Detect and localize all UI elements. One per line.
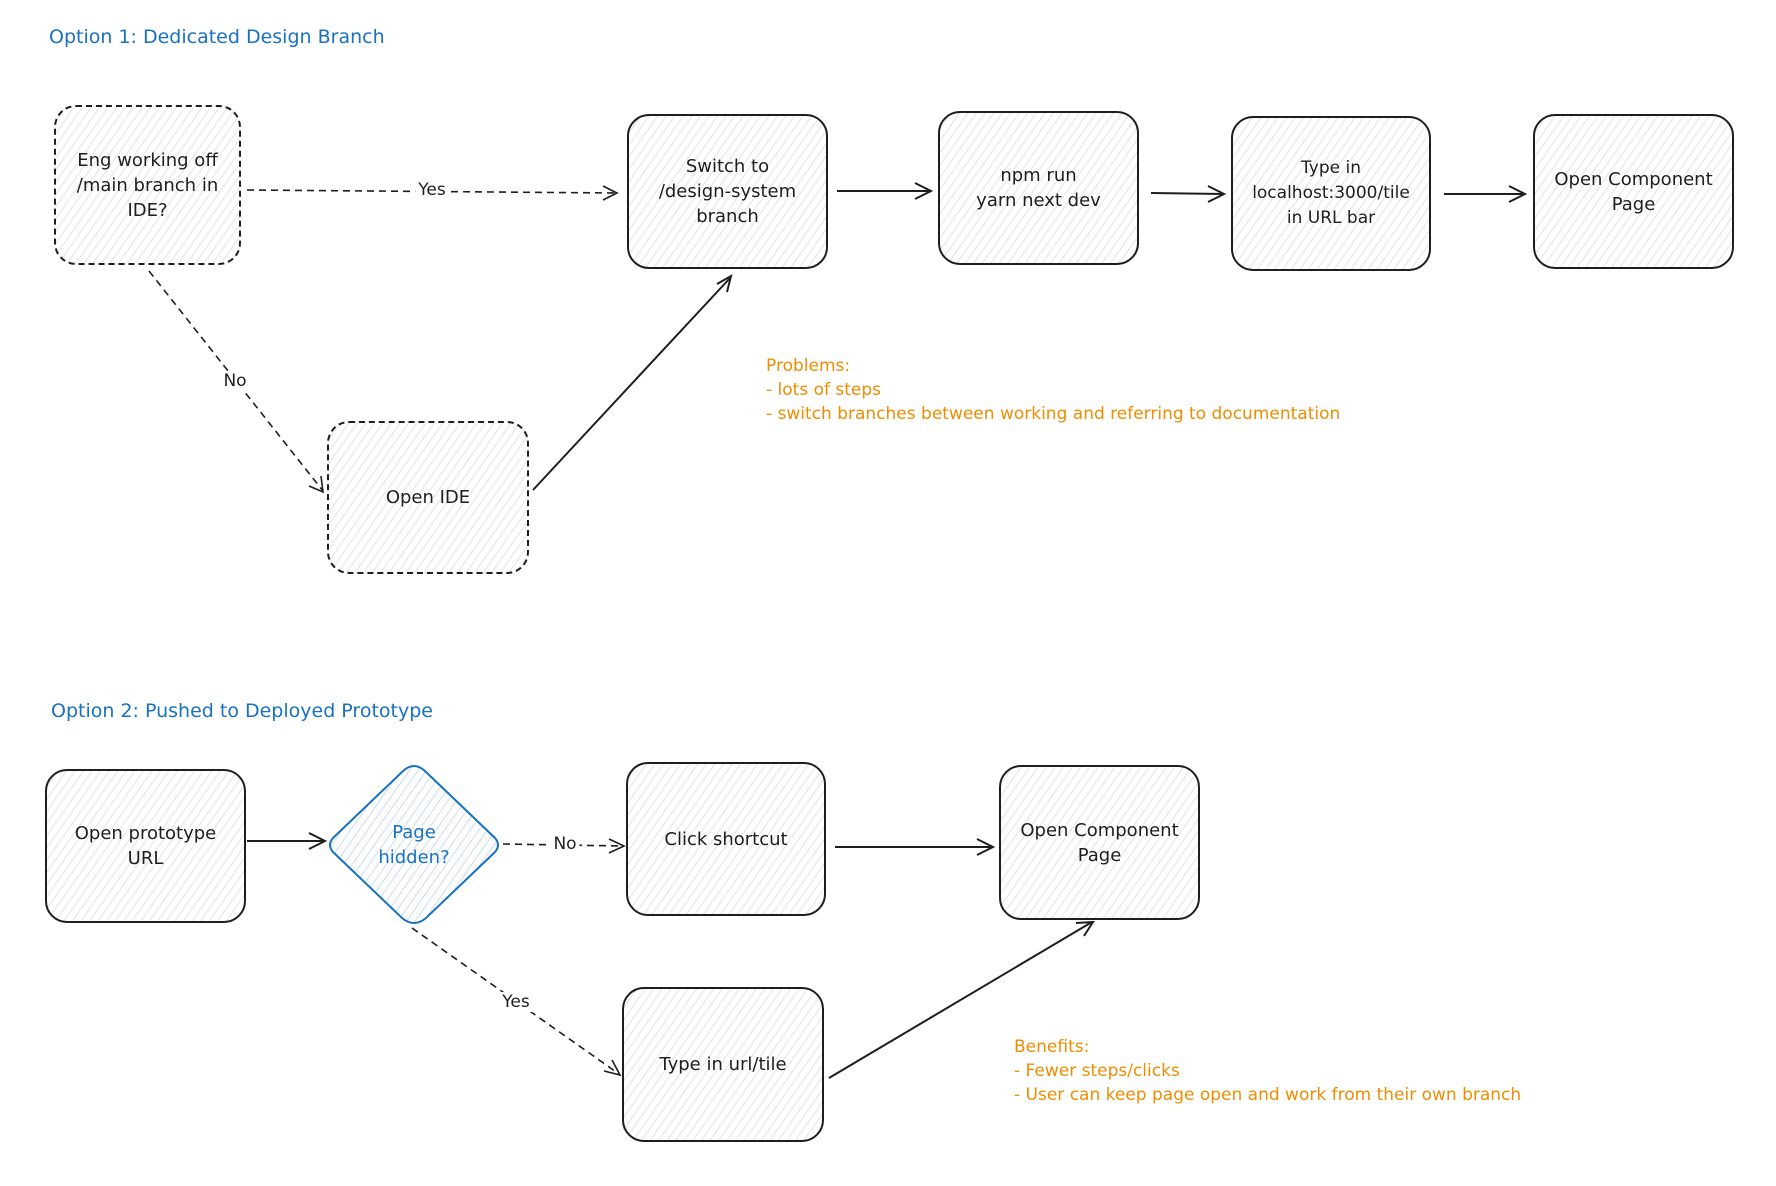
edge-openide-to-switch xyxy=(532,273,733,491)
node-type-localhost[interactable]: Type in localhost:3000/tile in URL bar xyxy=(1231,116,1431,271)
diagram-canvas xyxy=(148,182,1528,1079)
node-eng-working-question[interactable]: Eng working off /main branch in IDE? xyxy=(54,105,241,265)
edge-label-no: No xyxy=(550,834,580,854)
node-label: Open IDE xyxy=(385,487,471,508)
node-open-component-page-2[interactable]: Open Component Page xyxy=(999,765,1200,920)
edge-shortcut-to-component xyxy=(835,838,996,856)
edge-label-no: No xyxy=(220,371,250,391)
decision-label-page-hidden: Page hidden? xyxy=(378,822,450,868)
benefits-heading: Benefits: xyxy=(1014,1037,1090,1057)
benefits-item: - User can keep page open and work from … xyxy=(1014,1085,1522,1105)
edge-localhost-to-component xyxy=(1444,185,1528,203)
node-label: Open Component Page xyxy=(1020,819,1179,866)
edge-switch-to-npm xyxy=(837,182,934,200)
benefits-note: Benefits: - Fewer steps/clicks - User ca… xyxy=(1014,1035,1521,1107)
node-label: Eng working off /main branch in IDE? xyxy=(76,149,219,221)
node-type-url-tile[interactable]: Type in url/tile xyxy=(622,987,824,1142)
node-npm-run[interactable]: npm run yarn next dev xyxy=(938,111,1139,265)
edge-label-yes: Yes xyxy=(499,992,533,1012)
problems-item: - lots of steps xyxy=(766,380,882,400)
benefits-item: - Fewer steps/clicks xyxy=(1014,1061,1180,1081)
node-label: Type in url/tile xyxy=(659,1054,787,1075)
node-label: Switch to /design-system branch xyxy=(658,156,797,227)
node-open-prototype-url[interactable]: Open prototype URL xyxy=(45,769,246,923)
node-open-component-page-1[interactable]: Open Component Page xyxy=(1533,114,1734,269)
node-label: Open prototype URL xyxy=(74,823,217,869)
edge-prototype-to-decision xyxy=(247,832,328,850)
node-open-ide[interactable]: Open IDE xyxy=(327,421,529,574)
node-label: Click shortcut xyxy=(664,828,788,850)
node-label: Type in localhost:3000/tile in URL bar xyxy=(1252,158,1410,228)
problems-heading: Problems: xyxy=(766,356,851,376)
problems-item: - switch branches between working and re… xyxy=(766,404,1341,424)
edge-label-yes: Yes xyxy=(415,180,449,200)
node-click-shortcut[interactable]: Click shortcut xyxy=(626,762,826,916)
node-label: npm run yarn next dev xyxy=(976,165,1101,211)
node-label: Open Component Page xyxy=(1554,168,1713,215)
problems-note: Problems: - lots of steps - switch branc… xyxy=(766,354,1340,426)
option2-title: Option 2: Pushed to Deployed Prototype xyxy=(51,700,433,722)
node-switch-branch[interactable]: Switch to /design-system branch xyxy=(627,114,828,269)
edge-npm-to-localhost xyxy=(1150,185,1227,203)
option1-title: Option 1: Dedicated Design Branch xyxy=(49,26,385,48)
